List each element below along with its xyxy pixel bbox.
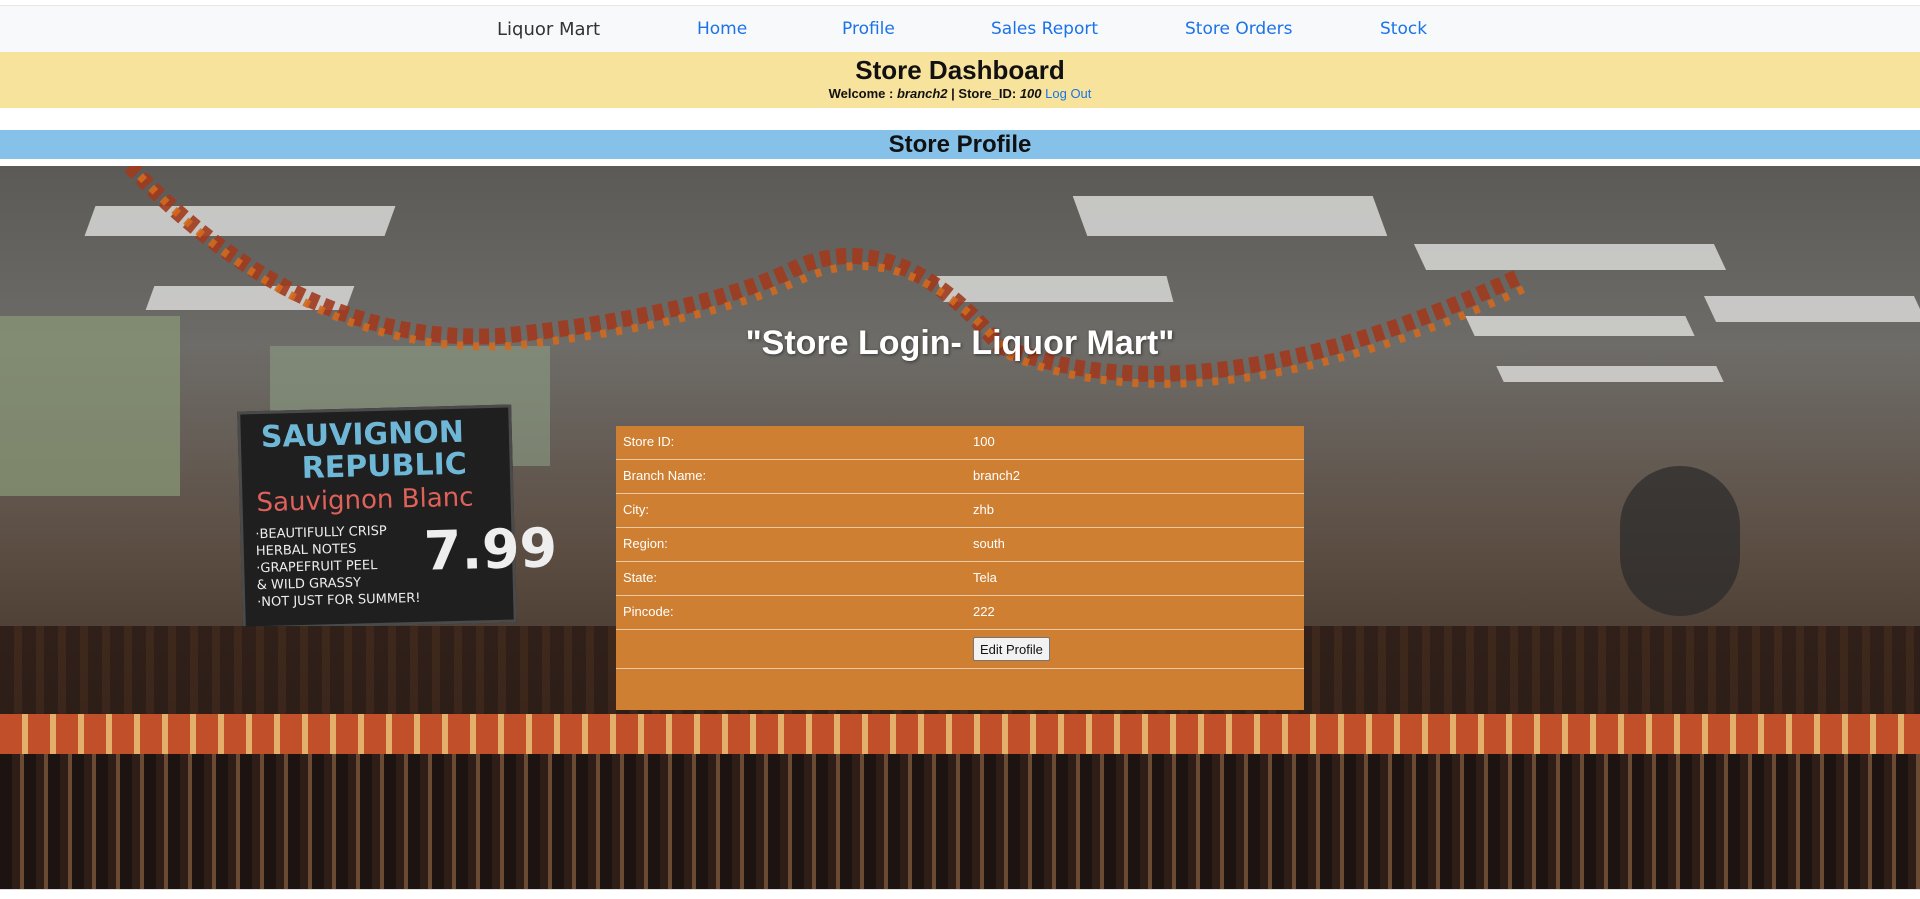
table-row: Branch Name: branch2 — [616, 460, 1304, 494]
row-label: Store ID: — [623, 434, 675, 449]
brand-name[interactable]: Liquor Mart — [497, 19, 600, 40]
table-row: Pincode: 222 — [616, 596, 1304, 630]
welcome-line: Welcome : branch2 | Store_ID: 100 Log Ou… — [0, 86, 1920, 102]
row-value: zhb — [973, 502, 994, 517]
nav-sales-report[interactable]: Sales Report — [991, 19, 1098, 39]
row-value: south — [973, 536, 1005, 551]
table-row: City: zhb — [616, 494, 1304, 528]
table-row: Region: south — [616, 528, 1304, 562]
row-label: Pincode: — [623, 604, 674, 619]
row-value: 222 — [973, 604, 995, 619]
edit-profile-button[interactable]: Edit Profile — [973, 637, 1050, 661]
store-login-heading: "Store Login- Liquor Mart" — [745, 324, 1175, 362]
nav-store-orders[interactable]: Store Orders — [1185, 19, 1293, 39]
top-navbar: Liquor Mart Home Profile Sales Report St… — [0, 5, 1920, 53]
store-id-label: | Store_ID: — [947, 86, 1020, 101]
row-label: City: — [623, 502, 649, 517]
nav-profile[interactable]: Profile — [842, 19, 895, 39]
store-background-image: SAUVIGNON REPUBLIC Sauvignon Blanc ·BEAU… — [0, 166, 1920, 889]
nav-stock[interactable]: Stock — [1380, 19, 1427, 39]
row-value: Tela — [973, 570, 997, 585]
row-value: 100 — [973, 434, 995, 449]
row-label: State: — [623, 570, 657, 585]
store-id-value: 100 — [1019, 86, 1042, 101]
logout-link[interactable]: Log Out — [1045, 86, 1091, 101]
edit-row: Edit Profile — [616, 630, 1304, 669]
section-banner: Store Profile — [0, 130, 1920, 159]
profile-table: Store ID: 100 Branch Name: branch2 City:… — [616, 426, 1304, 710]
nav-home[interactable]: Home — [697, 19, 747, 39]
page-title: Store Dashboard — [855, 55, 1065, 85]
table-row: State: Tela — [616, 562, 1304, 596]
table-row: Store ID: 100 — [616, 426, 1304, 460]
row-label: Branch Name: — [623, 468, 707, 483]
welcome-label: Welcome : — [828, 86, 897, 101]
username: branch2 — [896, 86, 948, 101]
dashboard-header: Store Dashboard Welcome : branch2 | Stor… — [0, 52, 1920, 108]
chalkboard-sign: SAUVIGNON REPUBLIC Sauvignon Blanc ·BEAU… — [237, 404, 558, 630]
row-label: Region: — [623, 536, 668, 551]
row-value: branch2 — [973, 468, 1020, 483]
